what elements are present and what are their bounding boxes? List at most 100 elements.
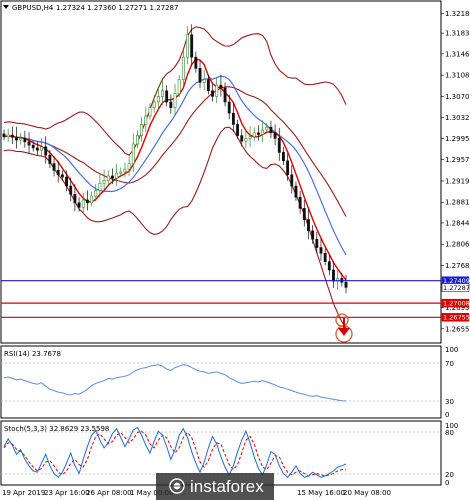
time-label-0: 19 Apr 2019 [2, 489, 45, 497]
candle-body-37 [156, 96, 160, 103]
candle-body-59 [248, 136, 252, 139]
candle-body-46 [194, 56, 198, 69]
candle-body-15 [65, 176, 68, 187]
candle-body-52 [219, 84, 223, 89]
price-pane[interactable]: GBPUSD,H4 1.27324 1.27360 1.27271 1.2728… [0, 0, 470, 344]
price-label-10: 1.28440 [445, 219, 470, 227]
candle-body-39 [165, 90, 169, 103]
price-label-5: 1.30320 [445, 114, 470, 122]
watermark-text: instaforex [190, 477, 264, 496]
candle-body-82 [344, 282, 348, 288]
candle-body-60 [252, 132, 256, 138]
rsi-level-30-label: 30 [445, 398, 454, 406]
price-label-7: 1.29570 [445, 156, 470, 164]
candle-body-74 [311, 230, 315, 240]
candle-body-12 [52, 163, 56, 171]
candle-body-40 [169, 101, 173, 108]
rsi-pane[interactable]: RSI(14) 23.7678 100 70 30 0 [0, 345, 458, 419]
candle-body-79 [332, 269, 335, 282]
price-label-6: 1.29950 [445, 135, 470, 143]
price-label-15: 1.26550 [445, 325, 470, 333]
price-tag-label-2: 1.27008 [443, 300, 470, 308]
candle-body-71 [298, 196, 302, 209]
candle-body-26 [111, 175, 114, 179]
candle-body-36 [152, 101, 156, 108]
candle-body-32 [136, 135, 139, 145]
candle-body-24 [102, 180, 106, 184]
candle-body-13 [56, 170, 60, 176]
candle-body-27 [115, 172, 119, 179]
candle-body-19 [81, 199, 85, 208]
symbol-label: GBPUSD,H4 [12, 4, 54, 12]
candle-body-42 [177, 79, 181, 94]
candle-body-5 [23, 138, 27, 143]
candle-body-18 [77, 202, 81, 208]
price-label-12: 1.27680 [445, 262, 470, 270]
candle-body-53 [223, 87, 227, 103]
candle-body-1 [6, 134, 10, 138]
candle-body-33 [140, 124, 144, 136]
candle-body-75 [315, 238, 319, 248]
price-label-11: 1.28060 [445, 241, 470, 249]
candle-body-16 [69, 185, 73, 195]
candle-body-41 [173, 93, 177, 108]
price-tags: 1.274091.272871.270081.26755 [441, 276, 470, 322]
rsi-level-0-label: 0 [445, 411, 449, 419]
candle-body-64 [269, 126, 273, 134]
candle-body-7 [31, 144, 35, 149]
candle-body-11 [48, 154, 52, 164]
candle-body-44 [186, 34, 189, 58]
candle-body-4 [19, 138, 23, 141]
time-label-1: 23 Apr 16:00 [44, 489, 90, 497]
candle-body-25 [106, 175, 110, 181]
stoch-level-0-label: 0 [445, 479, 449, 487]
candle-body-43 [181, 56, 185, 80]
time-label-4: 15 May 16:00 [297, 489, 345, 497]
candle-body-51 [215, 84, 219, 97]
candle-body-63 [265, 126, 269, 131]
candle-body-6 [27, 141, 31, 146]
candle-body-34 [144, 115, 148, 125]
ohlc-values: 1.27324 1.27360 1.27271 1.27287 [56, 4, 178, 12]
rsi-title: RSI(14) 23.7678 [4, 350, 61, 358]
price-tag-label-3: 1.26755 [443, 314, 470, 322]
candle-body-21 [90, 195, 94, 204]
candle-body-2 [10, 134, 14, 138]
candle-body-47 [198, 68, 202, 83]
time-label-5: 20 May 08:00 [343, 489, 391, 497]
time-label-2: 26 Apr 08:00 [86, 489, 132, 497]
candle-body-70 [294, 185, 298, 198]
candle-body-38 [161, 90, 164, 97]
candle-body-8 [35, 147, 39, 151]
candle-body-65 [273, 132, 277, 139]
candle-body-17 [73, 194, 77, 204]
chart-window: GBPUSD,H4 1.27324 1.27360 1.27271 1.2728… [0, 0, 470, 500]
candle-body-57 [240, 135, 244, 142]
rsi-level-70-label: 70 [445, 360, 454, 368]
candle-body-35 [148, 107, 152, 117]
candle-body-48 [202, 79, 206, 83]
candle-body-61 [256, 132, 260, 135]
price-label-1: 1.31830 [445, 30, 470, 38]
candle-body-76 [319, 247, 323, 254]
stoch-level-80-label: 80 [445, 429, 454, 437]
candle-body-30 [127, 163, 131, 170]
candle-body-10 [44, 146, 48, 156]
candle-body-62 [261, 129, 265, 135]
candle-body-58 [244, 138, 248, 142]
watermark-badge: instaforex [156, 473, 274, 500]
stoch-title: Stoch(5,3,3) 32.8629 23.5598 [4, 425, 109, 433]
candle-body-29 [123, 168, 127, 173]
candle-body-0 [2, 133, 6, 138]
candle-body-49 [206, 79, 210, 92]
candle-body-31 [131, 143, 135, 164]
candle-body-9 [40, 146, 43, 151]
rsi-level-100-label: 100 [445, 346, 458, 354]
price-tag-label-1: 1.27287 [443, 284, 470, 292]
price-label-8: 1.29190 [445, 177, 470, 185]
stoch-level-20-label: 20 [445, 471, 454, 479]
candle-body-28 [119, 171, 123, 174]
candle-body-72 [302, 208, 306, 220]
candle-body-23 [98, 182, 102, 191]
candle-body-69 [290, 174, 294, 187]
